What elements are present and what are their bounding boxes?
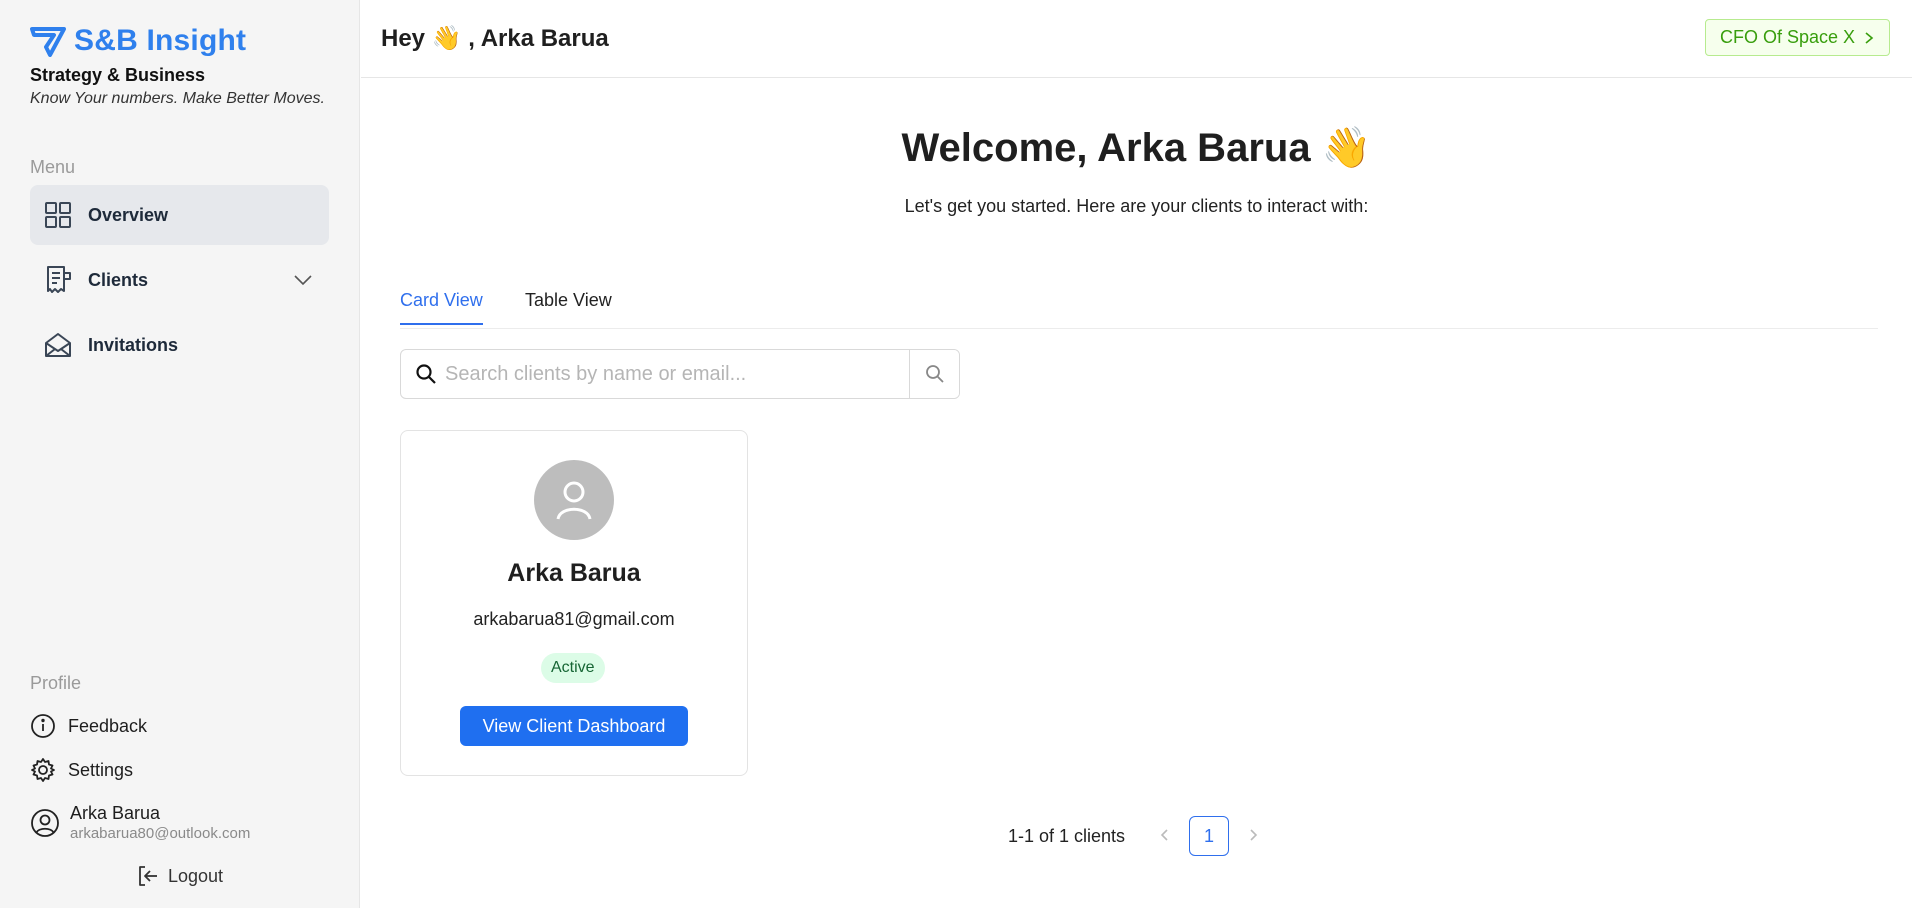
sidebar: S&B Insight Strategy & Business Know You… [0,0,360,908]
view-tabs: Card View Table View [400,286,1878,329]
info-icon [30,713,56,739]
envelope-open-icon [44,331,72,359]
client-search [400,349,960,399]
profile-section-label: Profile [30,673,82,693]
tab-table-view[interactable]: Table View [525,290,612,323]
search-input[interactable] [445,362,905,386]
top-header: Hey 👋 , Arka Barua CFO Of Space X [361,0,1912,78]
pagination: 1-1 of 1 clients 1 [1008,816,1269,856]
page-title: Welcome, Arka Barua 👋 [901,126,1372,170]
header-greeting: Hey 👋 , Arka Barua [381,25,609,52]
sidebar-item-invitations[interactable]: Invitations [30,315,329,375]
brand-logo[interactable]: S&B Insight [30,24,246,58]
client-card: Arka Barua arkabarua81@gmail.com Active … [400,430,748,776]
sidebar-item-settings[interactable]: Settings [30,757,133,783]
client-email: arkabarua81@gmail.com [473,609,675,629]
sidebar-item-label: Settings [68,759,134,780]
organization-button[interactable]: CFO Of Space X [1704,19,1890,56]
chevron-right-icon[interactable] [1239,826,1269,847]
page-subtitle: Let's get you started. Here are your cli… [904,196,1369,216]
logout-label: Logout [168,865,224,886]
logout-button[interactable]: Logout [136,864,223,888]
chevron-left-icon[interactable] [1149,826,1179,847]
dashboard-grid-icon [44,201,72,229]
search-icon [925,364,945,384]
organization-label: CFO Of Space X [1719,27,1855,47]
logo-icon [30,25,66,57]
status-badge: Active [541,653,605,683]
user-icon [554,479,594,521]
page-number-button[interactable]: 1 [1189,816,1230,856]
sidebar-item-label: Overview [88,204,169,225]
search-field-wrapper [401,350,909,398]
brand-name: S&B Insight [74,24,247,57]
client-avatar [534,460,614,540]
sidebar-item-overview[interactable]: Overview [30,185,329,245]
chevron-right-icon [1863,31,1875,45]
view-client-dashboard-button[interactable]: View Client Dashboard [460,706,688,746]
gear-icon [30,757,56,783]
client-name: Arka Barua [507,559,641,587]
chevron-down-icon[interactable] [293,270,313,290]
sidebar-item-feedback[interactable]: Feedback [30,713,147,739]
sidebar-item-label: Invitations [88,334,179,355]
menu-section-label: Menu [30,157,76,177]
user-circle-icon [30,808,60,838]
user-name: Arka Barua [70,803,161,823]
sidebar-item-label: Clients [88,269,149,290]
tab-card-view[interactable]: Card View [400,290,483,325]
search-icon [415,363,437,385]
user-email: arkabarua80@outlook.com [70,825,251,842]
brand-tagline: Know Your numbers. Make Better Moves. [30,90,325,107]
receipt-icon [44,265,72,295]
sidebar-item-label: Feedback [68,715,148,736]
logout-icon [136,864,160,888]
sidebar-item-clients[interactable]: Clients [30,250,329,310]
pagination-summary: 1-1 of 1 clients [1008,825,1126,846]
brand-subtitle: Strategy & Business [30,65,206,85]
search-button[interactable] [909,350,959,398]
user-profile[interactable]: Arka Barua arkabarua80@outlook.com [30,802,250,844]
